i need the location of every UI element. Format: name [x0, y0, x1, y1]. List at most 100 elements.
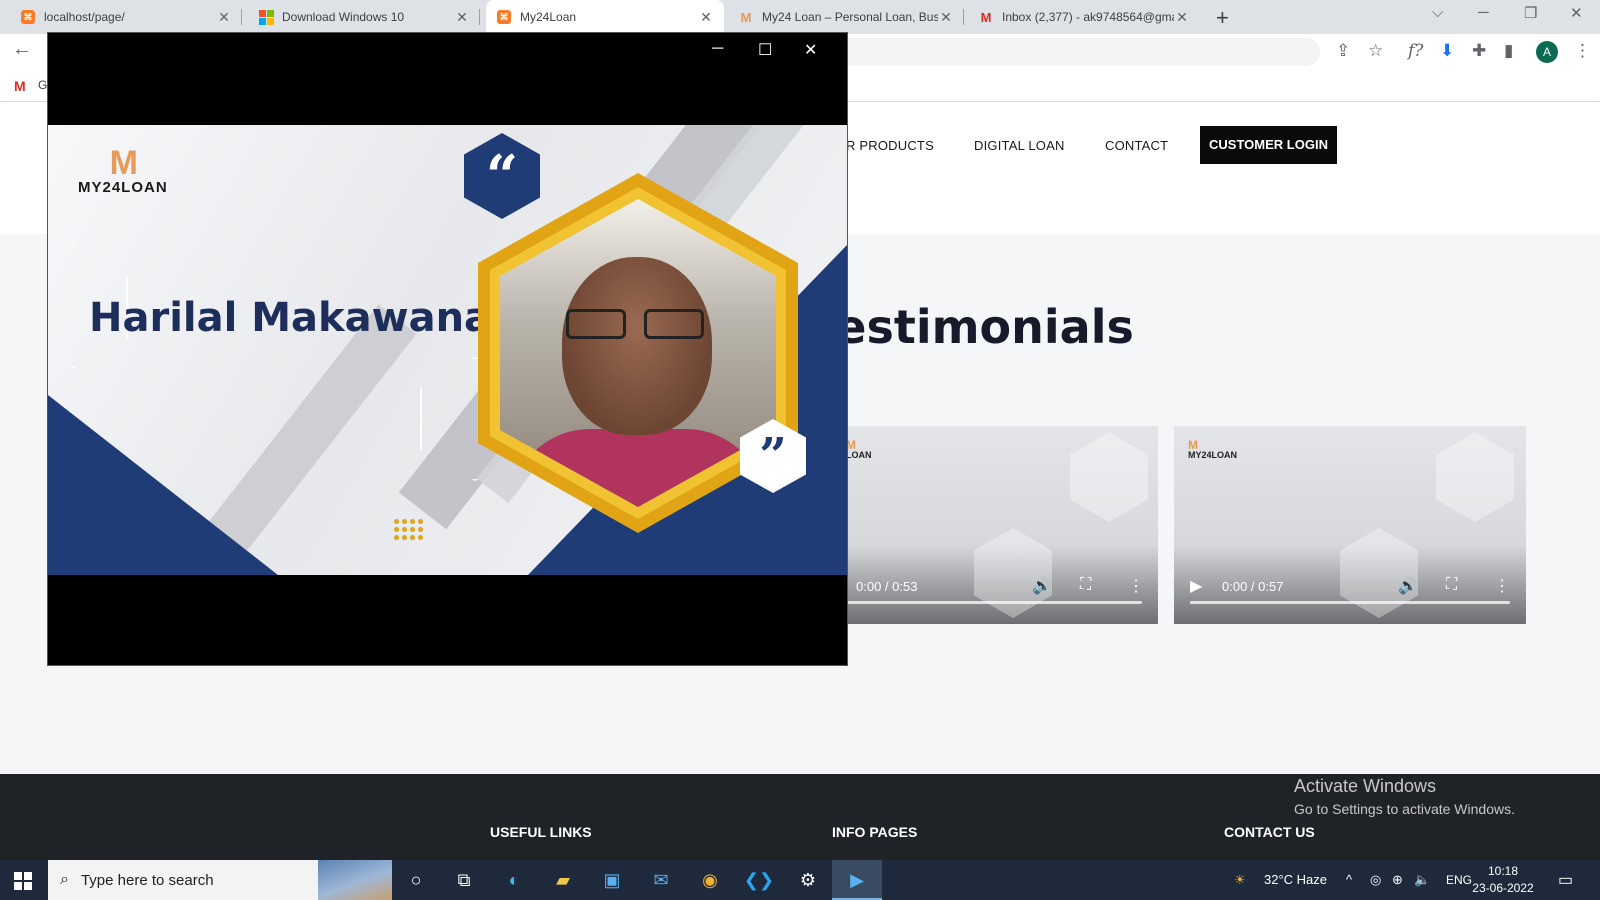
- taskbar-search[interactable]: ⌕ Type here to search: [48, 860, 392, 900]
- tab-gmail-inbox[interactable]: M Inbox (2,377) - ak9748564@gma ✕: [968, 0, 1200, 34]
- nav-digital-loan[interactable]: DIGITAL LOAN: [974, 138, 1065, 153]
- minimize-icon[interactable]: ─: [712, 40, 723, 58]
- close-icon[interactable]: ✕: [698, 9, 714, 26]
- volume-icon[interactable]: 🔊: [1032, 576, 1052, 596]
- nav-products[interactable]: R PRODUCTS: [846, 138, 934, 153]
- menu-kebab-icon[interactable]: ⋮: [1574, 41, 1591, 61]
- footer-useful-links: USEFUL LINKS: [490, 824, 592, 840]
- start-button[interactable]: [14, 872, 32, 890]
- mail-icon[interactable]: ✉: [647, 866, 675, 894]
- clock-date: 23-06-2022: [1472, 881, 1534, 895]
- maximize-icon[interactable]: ☐: [758, 40, 772, 60]
- my24loan-icon: M: [740, 9, 752, 25]
- tab-title: My24Loan: [520, 10, 577, 24]
- edge-icon[interactable]: ◐: [500, 866, 528, 894]
- cortana-icon[interactable]: ○: [402, 866, 430, 894]
- tab-title: My24 Loan – Personal Loan, Busi: [762, 10, 938, 24]
- video-brand-logo: M LOAN: [846, 438, 872, 460]
- xampp-icon: ⌘: [496, 9, 512, 25]
- video-progress-bar[interactable]: [846, 601, 1142, 604]
- close-icon[interactable]: ✕: [454, 9, 470, 26]
- search-icon: ⌕: [60, 871, 69, 888]
- tab-title: localhost/page/: [44, 10, 125, 24]
- close-icon[interactable]: ✕: [804, 40, 817, 60]
- nav-contact[interactable]: CONTACT: [1105, 138, 1168, 153]
- new-tab-button[interactable]: +: [1216, 5, 1229, 31]
- more-options-icon[interactable]: ⋮: [1494, 576, 1510, 596]
- settings-gear-icon[interactable]: ⚙: [794, 866, 822, 894]
- tab-search-chevron-icon[interactable]: ⌵: [1432, 4, 1443, 21]
- open-quote-icon: “: [464, 133, 540, 219]
- video-time: 0:00 / 0:53: [856, 578, 918, 594]
- search-highlight-image: [318, 860, 392, 900]
- hexagon-decor: [1070, 432, 1148, 522]
- hexagon-decor: [1340, 528, 1418, 618]
- logo-text: MY24LOAN: [78, 179, 168, 196]
- watermark-line-2: Go to Settings to activate Windows.: [1294, 801, 1515, 817]
- tab-my24loan-personal[interactable]: M My24 Loan – Personal Loan, Busi ✕: [728, 0, 964, 34]
- more-options-icon[interactable]: ⋮: [1128, 576, 1144, 596]
- search-placeholder: Type here to search: [80, 871, 214, 889]
- hexagon-decor: [1436, 432, 1514, 522]
- video-progress-bar[interactable]: [1190, 601, 1510, 604]
- footer-info-pages: INFO PAGES: [832, 824, 918, 840]
- volume-icon[interactable]: 🔊: [1398, 576, 1418, 596]
- video-frame: M MY24LOAN Harilal Makawana “ ”: [48, 125, 847, 575]
- testimonial-video-2[interactable]: M MY24LOAN ▶ 0:00 / 0:57 🔊 ⛶ ⋮: [1174, 426, 1526, 624]
- activate-windows-watermark: Activate Windows Go to Settings to activ…: [1294, 776, 1515, 817]
- back-arrow-icon[interactable]: ←: [12, 38, 32, 61]
- language-indicator[interactable]: ENG: [1446, 873, 1472, 887]
- video-controls: ▶ 0:00 / 0:57 🔊 ⛶ ⋮: [1174, 574, 1526, 598]
- side-panel-icon[interactable]: ▮: [1504, 41, 1513, 61]
- close-icon[interactable]: ✕: [938, 9, 954, 26]
- vscode-icon[interactable]: ❮❯: [744, 866, 774, 894]
- fullscreen-icon[interactable]: ⛶: [1080, 576, 1091, 594]
- windows-taskbar: ⌕ Type here to search ○ ⧉ ◐ ▰ ▣ ✉ ◉ ❮❯ ⚙…: [0, 860, 1600, 900]
- file-explorer-icon[interactable]: ▰: [549, 866, 577, 894]
- video-time: 0:00 / 0:57: [1222, 578, 1284, 594]
- profile-avatar[interactable]: A: [1536, 41, 1558, 63]
- hexagon-decor: [974, 528, 1052, 618]
- extensions-puzzle-icon[interactable]: ✚: [1472, 41, 1486, 61]
- xampp-icon: ⌘: [20, 9, 36, 25]
- network-icon[interactable]: ◎: [1370, 872, 1381, 888]
- dot-grid-decor: [394, 519, 423, 540]
- tab-title: Download Windows 10: [282, 10, 405, 24]
- customer-login-button[interactable]: CUSTOMER LOGIN: [1200, 126, 1337, 164]
- share-icon[interactable]: ⇪: [1336, 41, 1350, 61]
- tab-download-windows[interactable]: Download Windows 10 ✕: [248, 0, 480, 34]
- close-icon[interactable]: ✕: [1174, 9, 1190, 26]
- globe-icon[interactable]: ⊕: [1392, 872, 1403, 888]
- bookmark-label[interactable]: G: [38, 78, 47, 92]
- bookmark-star-icon[interactable]: ☆: [1368, 41, 1383, 61]
- microsoft-store-icon[interactable]: ▣: [598, 866, 626, 894]
- video-controls: 0:00 / 0:53 🔊 ⛶ ⋮: [806, 574, 1158, 598]
- tab-localhost[interactable]: ⌘ localhost/page/ ✕: [10, 0, 242, 34]
- restore-icon[interactable]: ❐: [1524, 4, 1537, 22]
- weather-text[interactable]: 32°C Haze: [1264, 872, 1327, 887]
- volume-tray-icon[interactable]: 🔈: [1414, 872, 1430, 888]
- chrome-icon[interactable]: ◉: [696, 866, 724, 894]
- media-player-window[interactable]: ─ ☐ ✕ M MY24LOAN Harilal Makawana “ ”: [47, 32, 848, 666]
- fullscreen-icon[interactable]: ⛶: [1446, 576, 1457, 594]
- testimonial-video-1[interactable]: M LOAN 0:00 / 0:53 🔊 ⛶ ⋮: [806, 426, 1158, 624]
- clock-time: 10:18: [1487, 864, 1519, 878]
- tab-my24loan[interactable]: ⌘ My24Loan ✕: [486, 0, 724, 34]
- play-icon[interactable]: ▶: [1190, 576, 1202, 596]
- tray-chevron-up-icon[interactable]: ^: [1346, 872, 1352, 887]
- close-window-icon[interactable]: ✕: [1570, 4, 1583, 22]
- video-brand-logo: M MY24LOAN: [1188, 438, 1238, 460]
- section-title: Testimonials: [810, 300, 1134, 354]
- weather-icon[interactable]: ☀: [1234, 872, 1246, 888]
- tab-title: Inbox (2,377) - ak9748564@gma: [1002, 10, 1174, 24]
- gmail-bookmark-icon[interactable]: M: [14, 78, 26, 94]
- formula-extension-icon[interactable]: f?: [1408, 41, 1423, 61]
- glasses: [566, 309, 708, 339]
- download-extension-icon[interactable]: ⬇: [1440, 41, 1454, 61]
- notification-icon[interactable]: ▭: [1558, 870, 1573, 890]
- minimize-icon[interactable]: ─: [1478, 4, 1489, 21]
- system-clock[interactable]: 10:18 23-06-2022: [1470, 863, 1536, 897]
- task-view-icon[interactable]: ⧉: [450, 866, 478, 894]
- close-icon[interactable]: ✕: [216, 9, 232, 26]
- testimonial-person-name: Harilal Makawana: [89, 295, 492, 341]
